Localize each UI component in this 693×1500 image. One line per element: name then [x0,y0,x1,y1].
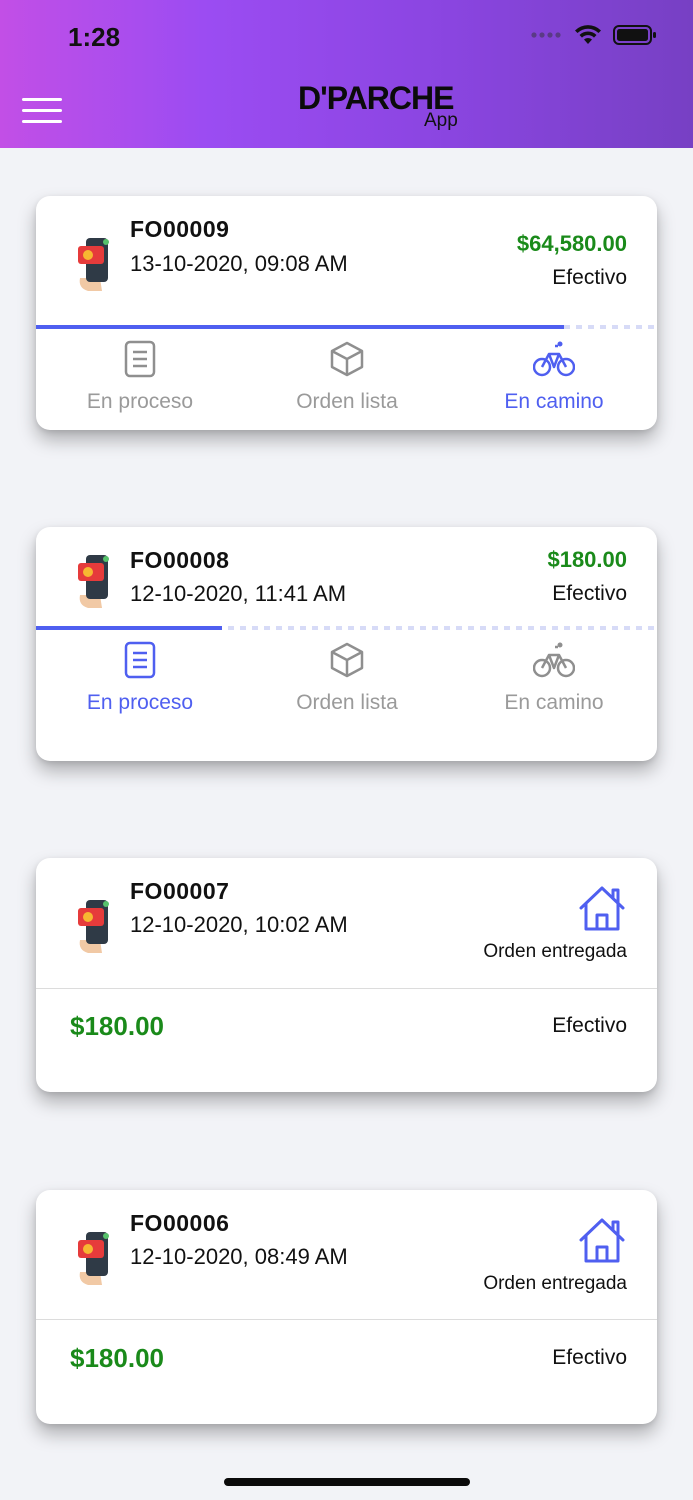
order-progress-bar [36,325,657,329]
step-en-camino: En camino [464,641,644,715]
order-progress-fill [36,325,564,329]
delivery-status: Orden entregada [483,941,627,962]
payment-phone-icon [78,900,109,953]
menu-button[interactable] [22,98,62,124]
order-steps: En proceso Orden lista En camino [36,340,657,430]
order-amount: $64,580.00 [516,231,627,256]
app-logo: D'PARCHE App [298,80,468,134]
status-icons [531,24,657,46]
payment-method: Efectivo [552,1014,627,1037]
bicycle-icon [533,341,575,377]
order-card[interactable]: FO00006 12-10-2020, 08:49 AM Orden entre… [36,1190,657,1424]
order-amount: $180.00 [70,1343,164,1373]
payment-phone-icon [78,555,109,608]
step-orden-lista: Orden lista [257,340,437,414]
order-card[interactable]: FO00009 13-10-2020, 09:08 AM $64,580.00 … [36,196,657,430]
card-divider [36,988,657,989]
step-label: En camino [504,691,604,714]
delivery-status: Orden entregada [483,1273,627,1294]
step-en-proceso: En proceso [50,641,230,715]
order-card[interactable]: FO00008 12-10-2020, 11:41 AM $180.00 Efe… [36,527,657,761]
step-en-camino: En camino [464,340,644,414]
step-label: En camino [504,390,604,413]
order-id: FO00009 [130,216,230,242]
home-icon [579,886,625,931]
status-time: 1:28 [68,22,121,52]
bicycle-icon [533,642,575,678]
document-icon [124,641,156,679]
step-label: Orden lista [296,390,398,413]
signal-icon [531,32,561,38]
box-icon [330,341,364,377]
step-en-proceso: En proceso [50,340,230,414]
battery-icon [613,25,656,45]
document-icon [124,340,156,378]
step-label: Orden lista [296,691,398,714]
app-header: 1:28 D'PARCHE App [0,0,693,148]
order-progress-bar [36,626,657,630]
order-id: FO00008 [130,547,230,573]
order-date: 12-10-2020, 08:49 AM [130,1244,348,1269]
order-amount: $180.00 [547,547,627,572]
payment-method: Efectivo [552,1346,627,1369]
order-card[interactable]: FO00007 12-10-2020, 10:02 AM Orden entre… [36,858,657,1092]
order-date: 12-10-2020, 10:02 AM [130,912,348,937]
step-label: En proceso [86,390,194,413]
wifi-icon [575,25,601,44]
box-icon [330,642,364,678]
step-label: En proceso [86,691,194,714]
order-id: FO00007 [130,878,230,904]
order-progress-fill [36,626,222,630]
order-date: 12-10-2020, 11:41 AM [130,581,347,606]
step-orden-lista: Orden lista [257,641,437,715]
home-icon [579,1218,625,1263]
card-divider [36,1319,657,1320]
order-steps: En proceso Orden lista En camino [36,641,657,731]
payment-method: Efectivo [552,266,627,289]
payment-method: Efectivo [552,582,627,605]
order-id: FO00006 [130,1210,230,1236]
logo-subtext: App [424,110,458,131]
payment-phone-icon [78,1232,109,1285]
payment-phone-icon [78,238,109,291]
order-date: 13-10-2020, 09:08 AM [130,251,348,276]
home-indicator[interactable] [224,1478,470,1486]
order-amount: $180.00 [70,1011,164,1041]
